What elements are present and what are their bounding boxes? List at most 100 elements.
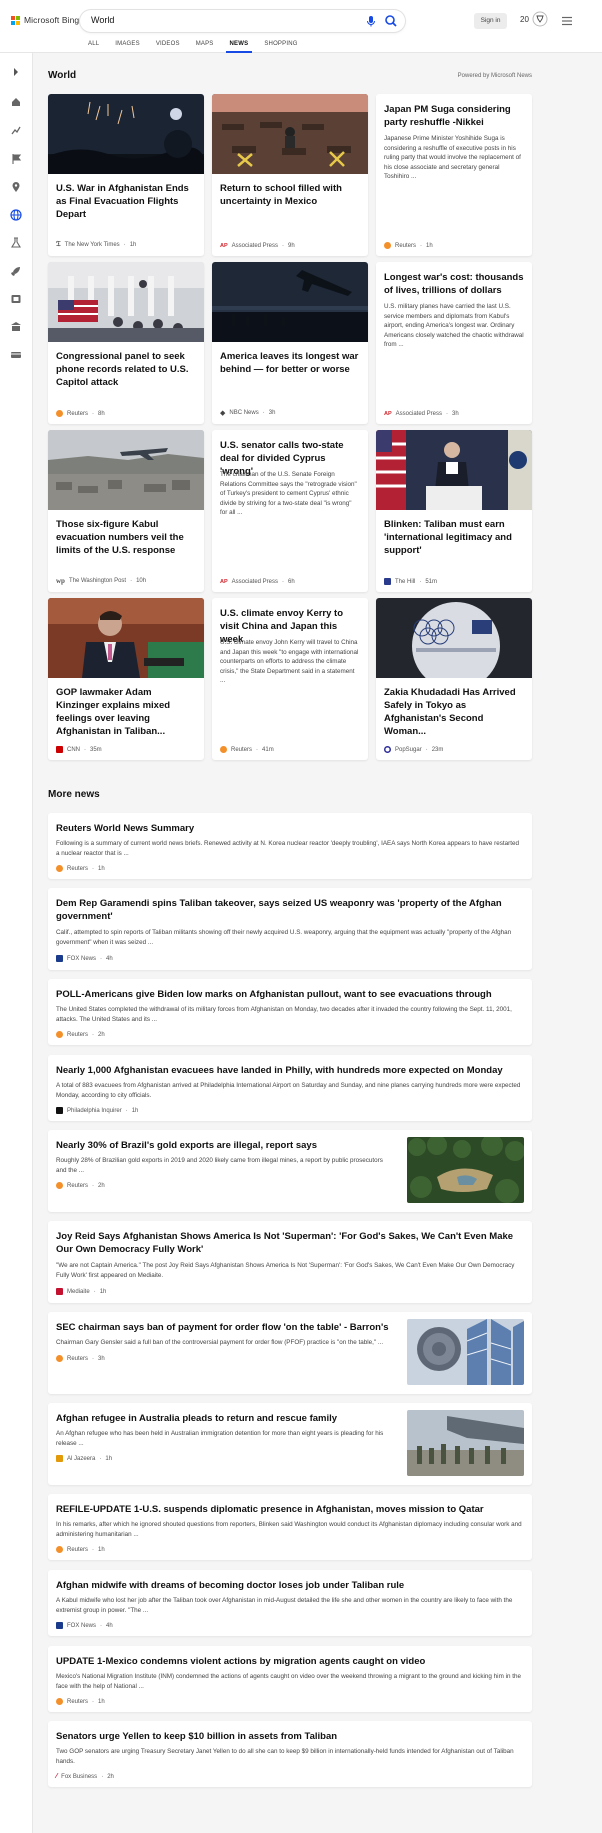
tab-maps[interactable]: MAPS xyxy=(188,38,222,53)
flag-icon[interactable] xyxy=(9,152,23,166)
news-card[interactable]: U.S. War in Afghanistan Ends as Final Ev… xyxy=(48,94,204,256)
news-list-item[interactable]: POLL-Americans give Biden low marks on A… xyxy=(48,979,532,1045)
news-image[interactable] xyxy=(48,598,204,678)
card-title[interactable]: Congressional panel to seek phone record… xyxy=(56,350,196,389)
source-time: 41m xyxy=(262,746,274,753)
card-title[interactable]: Blinken: Taliban must earn 'internationa… xyxy=(384,518,524,557)
reuters-logo-icon xyxy=(56,865,63,872)
item-title[interactable]: Nearly 30% of Brazil's gold exports are … xyxy=(56,1139,392,1152)
card-title[interactable]: Those six-figure Kabul evacuation number… xyxy=(56,518,196,557)
location-icon[interactable] xyxy=(9,180,23,194)
news-image[interactable] xyxy=(212,94,368,174)
rocket-icon[interactable] xyxy=(9,264,23,278)
lab-icon[interactable] xyxy=(9,123,23,137)
item-title[interactable]: Afghan refugee in Australia pleads to re… xyxy=(56,1412,392,1425)
news-image[interactable] xyxy=(48,262,204,342)
news-thumbnail[interactable] xyxy=(407,1319,524,1385)
item-title[interactable]: POLL-Americans give Biden low marks on A… xyxy=(56,988,524,1001)
source-name: Reuters xyxy=(67,1355,89,1362)
item-title[interactable]: Joy Reid Says Afghanistan Shows America … xyxy=(56,1230,524,1256)
home-icon[interactable] xyxy=(9,95,23,109)
search-icon[interactable] xyxy=(383,13,399,29)
microphone-icon[interactable] xyxy=(364,14,378,28)
news-list-item[interactable]: Nearly 30% of Brazil's gold exports are … xyxy=(48,1130,532,1212)
news-list-item[interactable]: REFILE-UPDATE 1-U.S. suspends diplomatic… xyxy=(48,1494,532,1560)
item-source: ⁄ Fox Business · 2h xyxy=(56,1773,114,1780)
news-list-item[interactable]: Dem Rep Garamendi spins Taliban takeover… xyxy=(48,888,532,970)
source-name: NBC News xyxy=(229,410,259,416)
item-snippet: The United States completed the withdraw… xyxy=(56,1006,512,1023)
bing-logo[interactable]: Microsoft Bing xyxy=(11,15,79,25)
news-card[interactable]: Blinken: Taliban must earn 'internationa… xyxy=(376,430,532,592)
card-title[interactable]: U.S. War in Afghanistan Ends as Final Ev… xyxy=(56,182,196,221)
card-title[interactable]: Zakia Khudadadi Has Arrived Safely in To… xyxy=(384,686,524,738)
tab-shopping[interactable]: SHOPPING xyxy=(256,38,305,53)
news-card[interactable]: Longest war's cost: thousands of lives, … xyxy=(376,262,532,424)
news-list-item[interactable]: Reuters World News Summary Following is … xyxy=(48,813,532,879)
rewards-count[interactable]: 20 xyxy=(520,15,529,24)
source-time: 1h xyxy=(98,1546,105,1553)
ap-logo-icon: AP xyxy=(220,579,228,585)
science-icon[interactable] xyxy=(9,236,23,250)
item-title[interactable]: Reuters World News Summary xyxy=(56,822,524,835)
news-image[interactable] xyxy=(48,430,204,510)
news-image[interactable] xyxy=(48,94,204,174)
card-title[interactable]: Japan PM Suga considering party reshuffl… xyxy=(384,103,524,129)
news-list-item[interactable]: Afghan midwife with dreams of becoming d… xyxy=(48,1570,532,1636)
news-card[interactable]: Return to school filled with uncertainty… xyxy=(212,94,368,256)
item-title[interactable]: Afghan midwife with dreams of becoming d… xyxy=(56,1579,524,1592)
globe-icon[interactable] xyxy=(9,208,23,222)
news-thumbnail[interactable] xyxy=(407,1137,524,1203)
item-title[interactable]: Nearly 1,000 Afghanistan evacuees have l… xyxy=(56,1064,524,1077)
card-icon[interactable] xyxy=(9,348,23,362)
reuters-logo-icon xyxy=(56,410,63,417)
news-list-item[interactable]: Joy Reid Says Afghanistan Shows America … xyxy=(48,1221,532,1303)
tab-all[interactable]: ALL xyxy=(80,38,107,53)
tab-videos[interactable]: VIDEOS xyxy=(148,38,188,53)
fox-news-logo-icon xyxy=(56,955,63,962)
news-list-item[interactable]: Senators urge Yellen to keep $10 billion… xyxy=(48,1721,532,1787)
news-card[interactable]: Those six-figure Kabul evacuation number… xyxy=(48,430,204,592)
card-title[interactable]: America leaves its longest war behind — … xyxy=(220,350,360,376)
news-card[interactable]: America leaves its longest war behind — … xyxy=(212,262,368,424)
money-icon[interactable] xyxy=(9,320,23,334)
news-image[interactable] xyxy=(212,262,368,342)
item-title[interactable]: REFILE-UPDATE 1-U.S. suspends diplomatic… xyxy=(56,1503,524,1516)
news-card[interactable]: Japan PM Suga considering party reshuffl… xyxy=(376,94,532,256)
item-title[interactable]: SEC chairman says ban of payment for ord… xyxy=(56,1321,392,1334)
search-box[interactable]: World xyxy=(80,10,405,32)
news-list-item[interactable]: UPDATE 1-Mexico condemns violent actions… xyxy=(48,1646,532,1712)
news-list-item[interactable]: Nearly 1,000 Afghanistan evacuees have l… xyxy=(48,1055,532,1121)
news-list-item[interactable]: SEC chairman says ban of payment for ord… xyxy=(48,1312,532,1394)
item-title[interactable]: Dem Rep Garamendi spins Taliban takeover… xyxy=(56,897,524,923)
source-name: Reuters xyxy=(67,410,89,417)
section-title-more-news: More news xyxy=(48,789,100,800)
card-title[interactable]: GOP lawmaker Adam Kinzinger explains mix… xyxy=(56,686,196,738)
tab-news[interactable]: NEWS xyxy=(222,38,257,53)
news-image[interactable] xyxy=(376,598,532,690)
card-snippet: The chairman of the U.S. Senate Foreign … xyxy=(220,471,357,516)
news-card[interactable]: Congressional panel to seek phone record… xyxy=(48,262,204,424)
news-card[interactable]: Zakia Khudadadi Has Arrived Safely in To… xyxy=(376,598,532,760)
entertainment-icon[interactable] xyxy=(9,292,23,306)
news-card[interactable]: U.S. climate envoy Kerry to visit China … xyxy=(212,598,368,760)
ap-logo-icon: AP xyxy=(384,411,392,417)
item-title[interactable]: Senators urge Yellen to keep $10 billion… xyxy=(56,1730,524,1743)
news-thumbnail[interactable] xyxy=(407,1410,524,1476)
search-input[interactable]: World xyxy=(91,15,114,25)
news-card[interactable]: U.S. senator calls two-state deal for di… xyxy=(212,430,368,592)
card-title[interactable]: Longest war's cost: thousands of lives, … xyxy=(384,271,524,297)
news-card[interactable]: GOP lawmaker Adam Kinzinger explains mix… xyxy=(48,598,204,760)
source-name: The Hill xyxy=(395,578,416,585)
news-list-item[interactable]: Afghan refugee in Australia pleads to re… xyxy=(48,1403,532,1485)
card-snippet: Japanese Prime Minister Yoshihide Suga i… xyxy=(384,135,521,180)
item-snippet: Calif., attempted to spin reports of Tal… xyxy=(56,929,512,946)
item-title[interactable]: UPDATE 1-Mexico condemns violent actions… xyxy=(56,1655,524,1668)
hamburger-menu-icon[interactable] xyxy=(561,14,573,26)
sign-in-button[interactable]: Sign in xyxy=(474,13,507,29)
chevron-right-icon[interactable] xyxy=(9,65,23,79)
card-title[interactable]: Return to school filled with uncertainty… xyxy=(220,182,360,208)
tab-images[interactable]: IMAGES xyxy=(107,38,148,53)
rewards-icon[interactable] xyxy=(532,11,548,27)
news-image[interactable] xyxy=(376,430,532,510)
